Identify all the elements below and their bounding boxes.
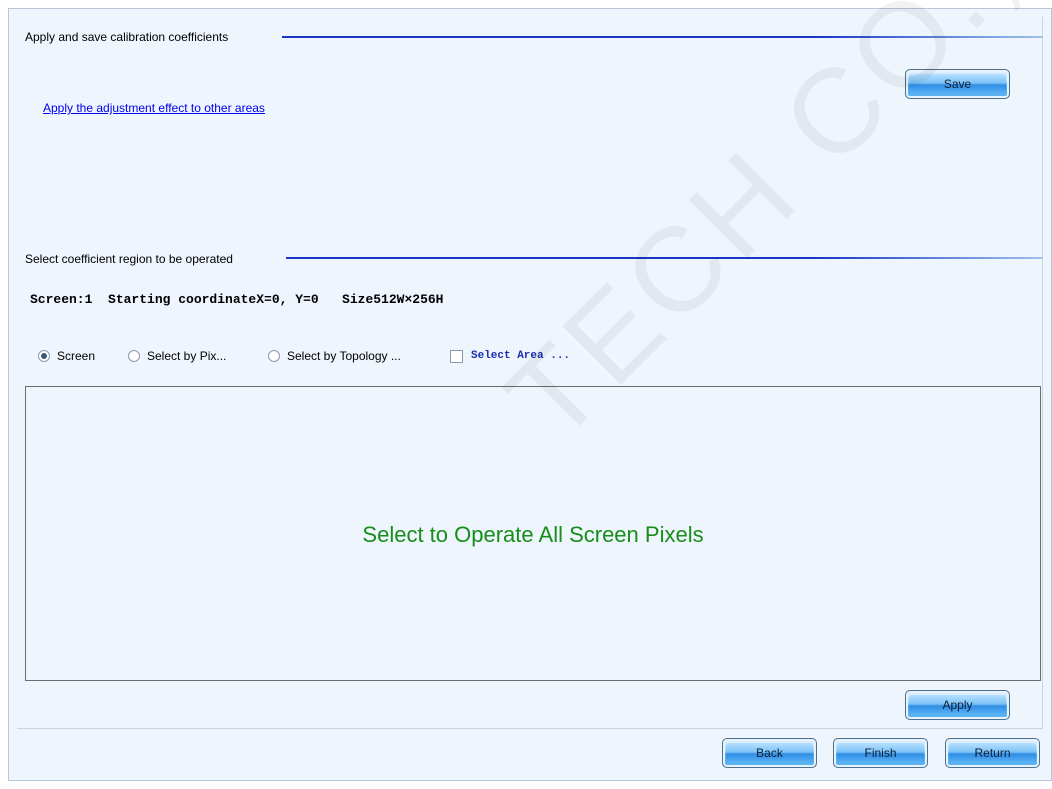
return-button[interactable]: Return [945,738,1040,768]
radio-select-by-topology[interactable]: Select by Topology ... [268,346,401,366]
return-button-label: Return [974,746,1011,760]
apply-button[interactable]: Apply [905,690,1010,720]
radio-pixel-indicator[interactable] [128,350,140,362]
apply-save-group-divider [282,36,1043,38]
radio-screen-indicator[interactable] [38,350,50,362]
save-button-label: Save [943,77,972,91]
screen-info-text: Screen:1 Starting coordinateX=0, Y=0 Siz… [30,292,444,307]
apply-button-label: Apply [942,698,973,712]
save-button[interactable]: Save [905,69,1010,99]
radio-topology-indicator[interactable] [268,350,280,362]
radio-screen-label: Screen [57,349,96,363]
select-area-checkbox[interactable] [450,349,463,363]
radio-topology-label: Select by Topology ... [287,349,401,363]
apply-save-group-title: Apply and save calibration coefficients [25,30,229,44]
back-button-label: Back [756,746,783,760]
apply-to-other-areas-link[interactable]: Apply the adjustment effect to other are… [43,101,265,115]
finish-button-label: Finish [864,746,897,760]
canvas-message: Select to Operate All Screen Pixels [362,522,704,547]
radio-pixel-label: Select by Pix... [147,349,227,363]
checkbox-select-area[interactable]: Select Area ... [450,346,570,366]
radio-select-by-pixel[interactable]: Select by Pix... [128,346,226,366]
back-button[interactable]: Back [722,738,817,768]
region-preview-canvas[interactable]: Select to Operate All Screen Pixels [25,386,1041,681]
finish-button[interactable]: Finish [833,738,928,768]
region-group-divider [286,257,1043,259]
radio-screen[interactable]: Screen [38,346,95,366]
region-group-title: Select coefficient region to be operated [25,252,233,266]
select-area-label: Select Area ... [471,350,571,362]
